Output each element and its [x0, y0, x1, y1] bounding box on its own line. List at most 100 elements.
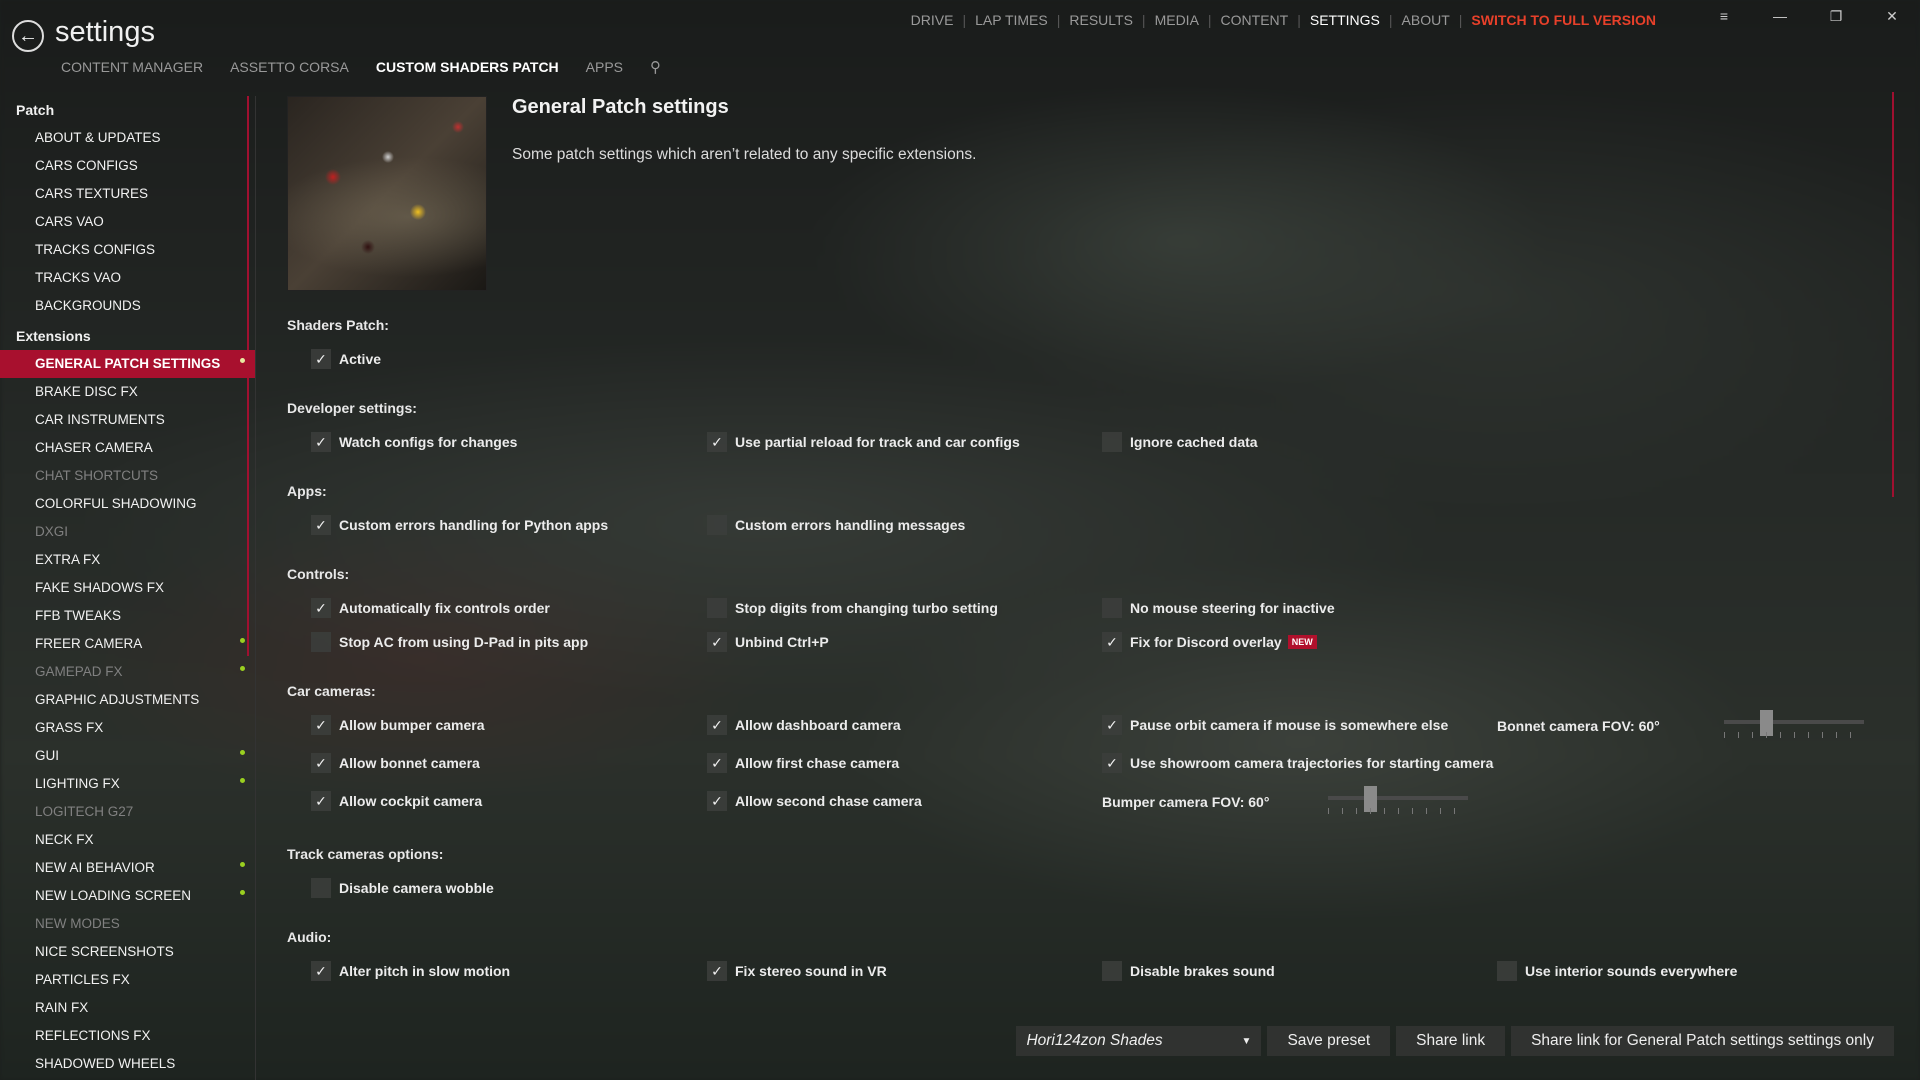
check-icon: ✓: [311, 753, 331, 773]
sidebar-item-tracks-configs[interactable]: TRACKS CONFIGS: [0, 236, 255, 264]
main-scrollbar[interactable]: [1892, 92, 1894, 497]
checkbox-allow-bumper[interactable]: ✓ Allow bumper camera: [311, 715, 485, 735]
checkbox-no-mouse-steering[interactable]: No mouse steering for inactive: [1102, 598, 1335, 618]
sidebar-item-new-loading-screen[interactable]: NEW LOADING SCREEN: [0, 882, 255, 910]
sidebar-item-brake-disc-fx[interactable]: BRAKE DISC FX: [0, 378, 255, 406]
back-button[interactable]: ←: [12, 20, 44, 52]
share-link-button[interactable]: Share link: [1396, 1026, 1506, 1056]
nav-settings[interactable]: SETTINGS: [1301, 12, 1389, 28]
checkbox-empty-icon: [707, 515, 727, 535]
checkbox-alter-pitch[interactable]: ✓ Alter pitch in slow motion: [311, 961, 510, 981]
restore-icon[interactable]: ❐: [1808, 0, 1864, 32]
sidebar-item-about-updates[interactable]: ABOUT & UPDATES: [0, 124, 255, 152]
checkbox-empty-icon: [1102, 432, 1122, 452]
check-icon: ✓: [707, 753, 727, 773]
sidebar-item-cars-vao[interactable]: CARS VAO: [0, 208, 255, 236]
check-icon: ✓: [311, 598, 331, 618]
search-icon[interactable]: ⚲: [650, 58, 661, 76]
close-icon[interactable]: ✕: [1864, 0, 1920, 32]
sidebar-item-extra-fx[interactable]: EXTRA FX: [0, 546, 255, 574]
sidebar-item-colorful-shadowing[interactable]: COLORFUL SHADOWING: [0, 490, 255, 518]
nav-drive[interactable]: DRIVE: [902, 12, 963, 28]
save-preset-button[interactable]: Save preset: [1267, 1026, 1391, 1056]
sidebar-item-reflections-fx[interactable]: REFLECTIONS FX: [0, 1022, 255, 1050]
nav-lap-times[interactable]: LAP TIMES: [966, 12, 1057, 28]
sidebar-item-gui[interactable]: GUI: [0, 742, 255, 770]
sidebar-item-lighting-fx[interactable]: LIGHTING FX: [0, 770, 255, 798]
checkbox-use-showroom[interactable]: ✓ Use showroom camera trajectories for st…: [1102, 753, 1493, 773]
section-track-cameras: Track cameras options:: [287, 846, 444, 862]
minimize-icon[interactable]: —: [1752, 0, 1808, 32]
sidebar-item-car-instruments[interactable]: CAR INSTRUMENTS: [0, 406, 255, 434]
checkbox-pause-orbit[interactable]: ✓ Pause orbit camera if mouse is somewher…: [1102, 715, 1448, 735]
check-icon: ✓: [311, 432, 331, 452]
checkbox-watch-configs[interactable]: ✓ Watch configs for changes: [311, 432, 517, 452]
sidebar-item-freer-camera[interactable]: FREER CAMERA: [0, 630, 255, 658]
sidebar-item-shadowed-wheels[interactable]: SHADOWED WHEELS: [0, 1050, 255, 1078]
checkbox-disable-brakes[interactable]: Disable brakes sound: [1102, 961, 1275, 981]
status-dot: [240, 638, 245, 643]
sidebar-item-new-modes[interactable]: NEW MODES: [0, 910, 255, 938]
nav-content[interactable]: CONTENT: [1212, 12, 1298, 28]
share-link-only-button[interactable]: Share link for General Patch settings se…: [1511, 1026, 1894, 1056]
checkbox-unbind-ctrlp[interactable]: ✓ Unbind Ctrl+P: [707, 632, 829, 652]
tab-apps[interactable]: APPS: [586, 59, 623, 75]
sidebar-item-new-ai-behavior[interactable]: NEW AI BEHAVIOR: [0, 854, 255, 882]
page-title: General Patch settings: [512, 96, 729, 118]
status-dot: [240, 778, 245, 783]
checkbox-fix-stereo[interactable]: ✓ Fix stereo sound in VR: [707, 961, 887, 981]
check-icon: ✓: [311, 515, 331, 535]
sidebar-group-patch: Patch: [16, 102, 55, 118]
checkbox-allow-bonnet[interactable]: ✓ Allow bonnet camera: [311, 753, 480, 773]
checkbox-allow-first-chase[interactable]: ✓ Allow first chase camera: [707, 753, 899, 773]
checkbox-disable-wobble[interactable]: Disable camera wobble: [311, 878, 494, 898]
checkbox-active[interactable]: ✓ Active: [311, 349, 381, 369]
checkbox-allow-dashboard[interactable]: ✓ Allow dashboard camera: [707, 715, 901, 735]
sidebar-item-cars-textures[interactable]: CARS TEXTURES: [0, 180, 255, 208]
sidebar-item-backgrounds[interactable]: BACKGROUNDS: [0, 292, 255, 320]
sidebar-item-tracks-vao[interactable]: TRACKS VAO: [0, 264, 255, 292]
nav-about[interactable]: ABOUT: [1393, 12, 1459, 28]
section-controls: Controls:: [287, 566, 350, 582]
sidebar-item-chat-shortcuts[interactable]: CHAT SHORTCUTS: [0, 462, 255, 490]
checkbox-stop-dpad[interactable]: Stop AC from using D-Pad in pits app: [311, 632, 588, 652]
checkbox-stop-digits[interactable]: Stop digits from changing turbo setting: [707, 598, 998, 618]
sub-nav: CONTENT MANAGER ASSETTO CORSA CUSTOM SHA…: [61, 58, 661, 76]
tab-custom-shaders-patch[interactable]: CUSTOM SHADERS PATCH: [376, 59, 559, 75]
sidebar-item-gamepad-fx[interactable]: GAMEPAD FX: [0, 658, 255, 686]
checkbox-fix-discord[interactable]: ✓ Fix for Discord overlay NEW: [1102, 632, 1317, 652]
tab-assetto-corsa[interactable]: ASSETTO CORSA: [230, 59, 349, 75]
preset-select[interactable]: Hori124zon Shades ▼: [1016, 1026, 1262, 1056]
checkbox-allow-cockpit[interactable]: ✓ Allow cockpit camera: [311, 791, 482, 811]
sidebar-item-cars-configs[interactable]: CARS CONFIGS: [0, 152, 255, 180]
nav-results[interactable]: RESULTS: [1060, 12, 1142, 28]
bonnet-fov-slider[interactable]: [1724, 708, 1864, 738]
checkbox-partial-reload[interactable]: ✓ Use partial reload for track and car co…: [707, 432, 1020, 452]
sidebar-item-neck-fx[interactable]: NECK FX: [0, 826, 255, 854]
sidebar-item-graphic-adjustments[interactable]: GRAPHIC ADJUSTMENTS: [0, 686, 255, 714]
sidebar-item-general-patch-settings[interactable]: GENERAL PATCH SETTINGS: [0, 350, 255, 378]
sidebar-item-grass-fx[interactable]: GRASS FX: [0, 714, 255, 742]
checkbox-interior-sounds[interactable]: Use interior sounds everywhere: [1497, 961, 1737, 981]
nav-switch-full-version[interactable]: SWITCH TO FULL VERSION: [1462, 12, 1665, 28]
section-audio: Audio:: [287, 929, 332, 945]
bumper-fov-slider[interactable]: [1328, 784, 1468, 814]
checkbox-custom-errors-python[interactable]: ✓ Custom errors handling for Python apps: [311, 515, 608, 535]
menu-icon[interactable]: ≡: [1696, 0, 1752, 32]
sidebar-item-ffb-tweaks[interactable]: FFB TWEAKS: [0, 602, 255, 630]
sidebar-item-fake-shadows-fx[interactable]: FAKE SHADOWS FX: [0, 574, 255, 602]
checkbox-empty-icon: [1102, 961, 1122, 981]
sidebar-item-chaser-camera[interactable]: CHASER CAMERA: [0, 434, 255, 462]
sidebar-item-nice-screenshots[interactable]: NICE SCREENSHOTS: [0, 938, 255, 966]
sidebar-item-logitech-g27[interactable]: LOGITECH G27: [0, 798, 255, 826]
checkbox-allow-second-chase[interactable]: ✓ Allow second chase camera: [707, 791, 922, 811]
sidebar-item-particles-fx[interactable]: PARTICLES FX: [0, 966, 255, 994]
checkbox-custom-errors-messages[interactable]: Custom errors handling messages: [707, 515, 965, 535]
nav-media[interactable]: MEDIA: [1146, 12, 1208, 28]
sidebar-item-rain-fx[interactable]: RAIN FX: [0, 994, 255, 1022]
tab-content-manager[interactable]: CONTENT MANAGER: [61, 59, 203, 75]
chevron-down-icon: ▼: [1241, 1035, 1252, 1047]
sidebar-item-dxgi[interactable]: DXGI: [0, 518, 255, 546]
checkbox-ignore-cached[interactable]: Ignore cached data: [1102, 432, 1258, 452]
checkbox-auto-fix-controls[interactable]: ✓ Automatically fix controls order: [311, 598, 550, 618]
